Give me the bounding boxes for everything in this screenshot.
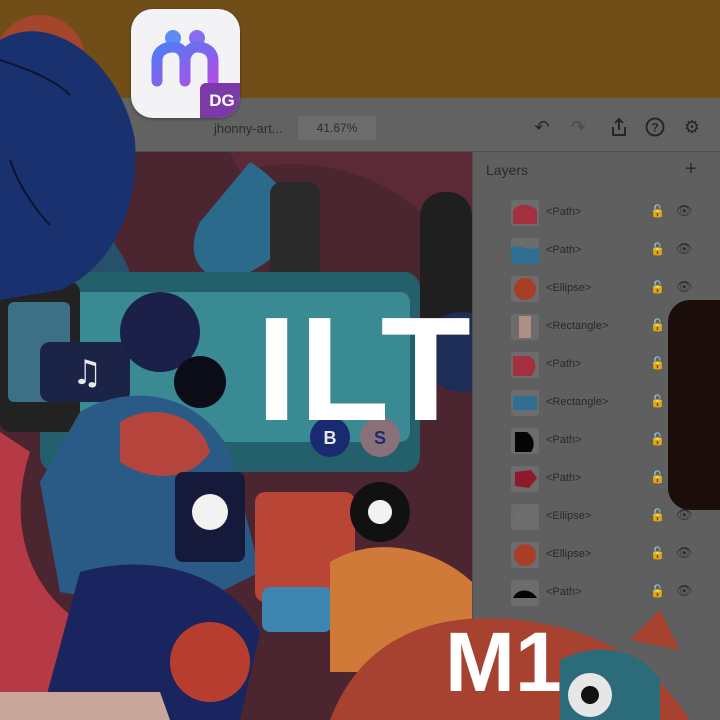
module-label: M1 <box>445 615 562 709</box>
badge-tag: DG <box>200 83 240 118</box>
course-title: ILT <box>256 287 473 452</box>
thumbnail: jhonny-art... 41.67% ↶ ↷ ? ⚙ ♫ B S Layer… <box>0 0 720 720</box>
dark-app-card <box>668 300 720 510</box>
app-badge[interactable]: DG <box>131 9 240 118</box>
